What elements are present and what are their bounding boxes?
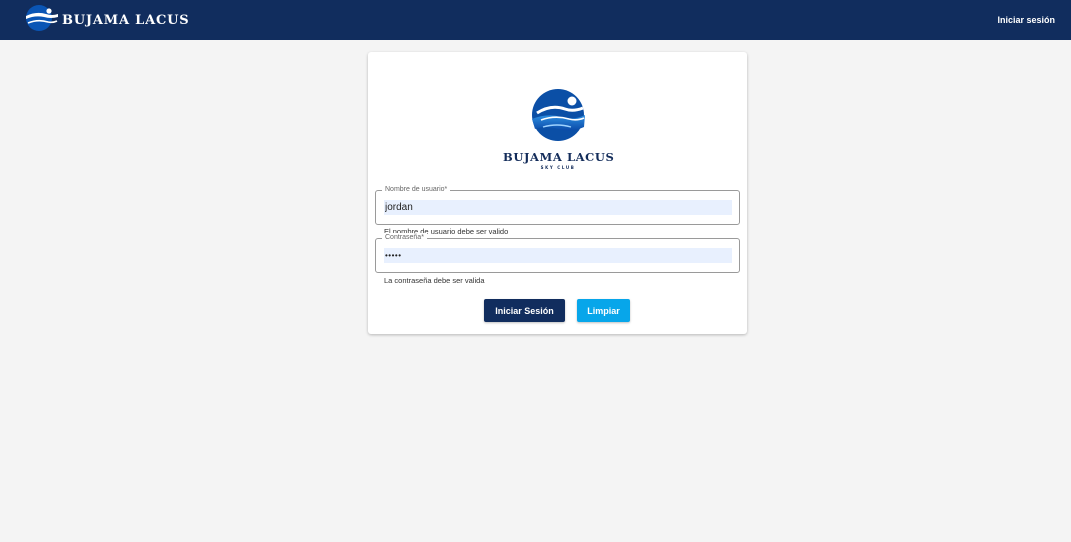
username-field: Nombre de usuario* — [375, 185, 740, 225]
clear-button[interactable]: Limpiar — [577, 299, 630, 322]
swimmer-emblem-icon — [527, 89, 589, 149]
logo-club-name: BUJAMA LACUS — [503, 150, 615, 164]
login-card: BUJAMA LACUS SKY CLUB Nombre de usuario*… — [368, 52, 747, 334]
swimmer-logo-icon — [22, 4, 60, 37]
username-label: Nombre de usuario* — [382, 185, 451, 195]
username-input[interactable] — [384, 200, 732, 215]
login-button[interactable]: Iniciar Sesión — [484, 299, 565, 322]
logo-subtitle: SKY CLUB — [540, 165, 576, 170]
brand-home-link[interactable]: BUJAMA LACUS — [22, 4, 189, 37]
password-helper-text: La contraseña debe ser valida — [384, 276, 485, 285]
password-input[interactable] — [384, 248, 732, 263]
password-field: Contraseña* — [375, 233, 740, 273]
club-logo: BUJAMA LACUS SKY CLUB — [503, 87, 615, 170]
nav-login-link[interactable]: Iniciar sesión — [997, 15, 1055, 25]
top-navbar: BUJAMA LACUS Iniciar sesión — [0, 0, 1071, 40]
password-label: Contraseña* — [382, 233, 427, 243]
brand-name: BUJAMA LACUS — [62, 12, 190, 28]
